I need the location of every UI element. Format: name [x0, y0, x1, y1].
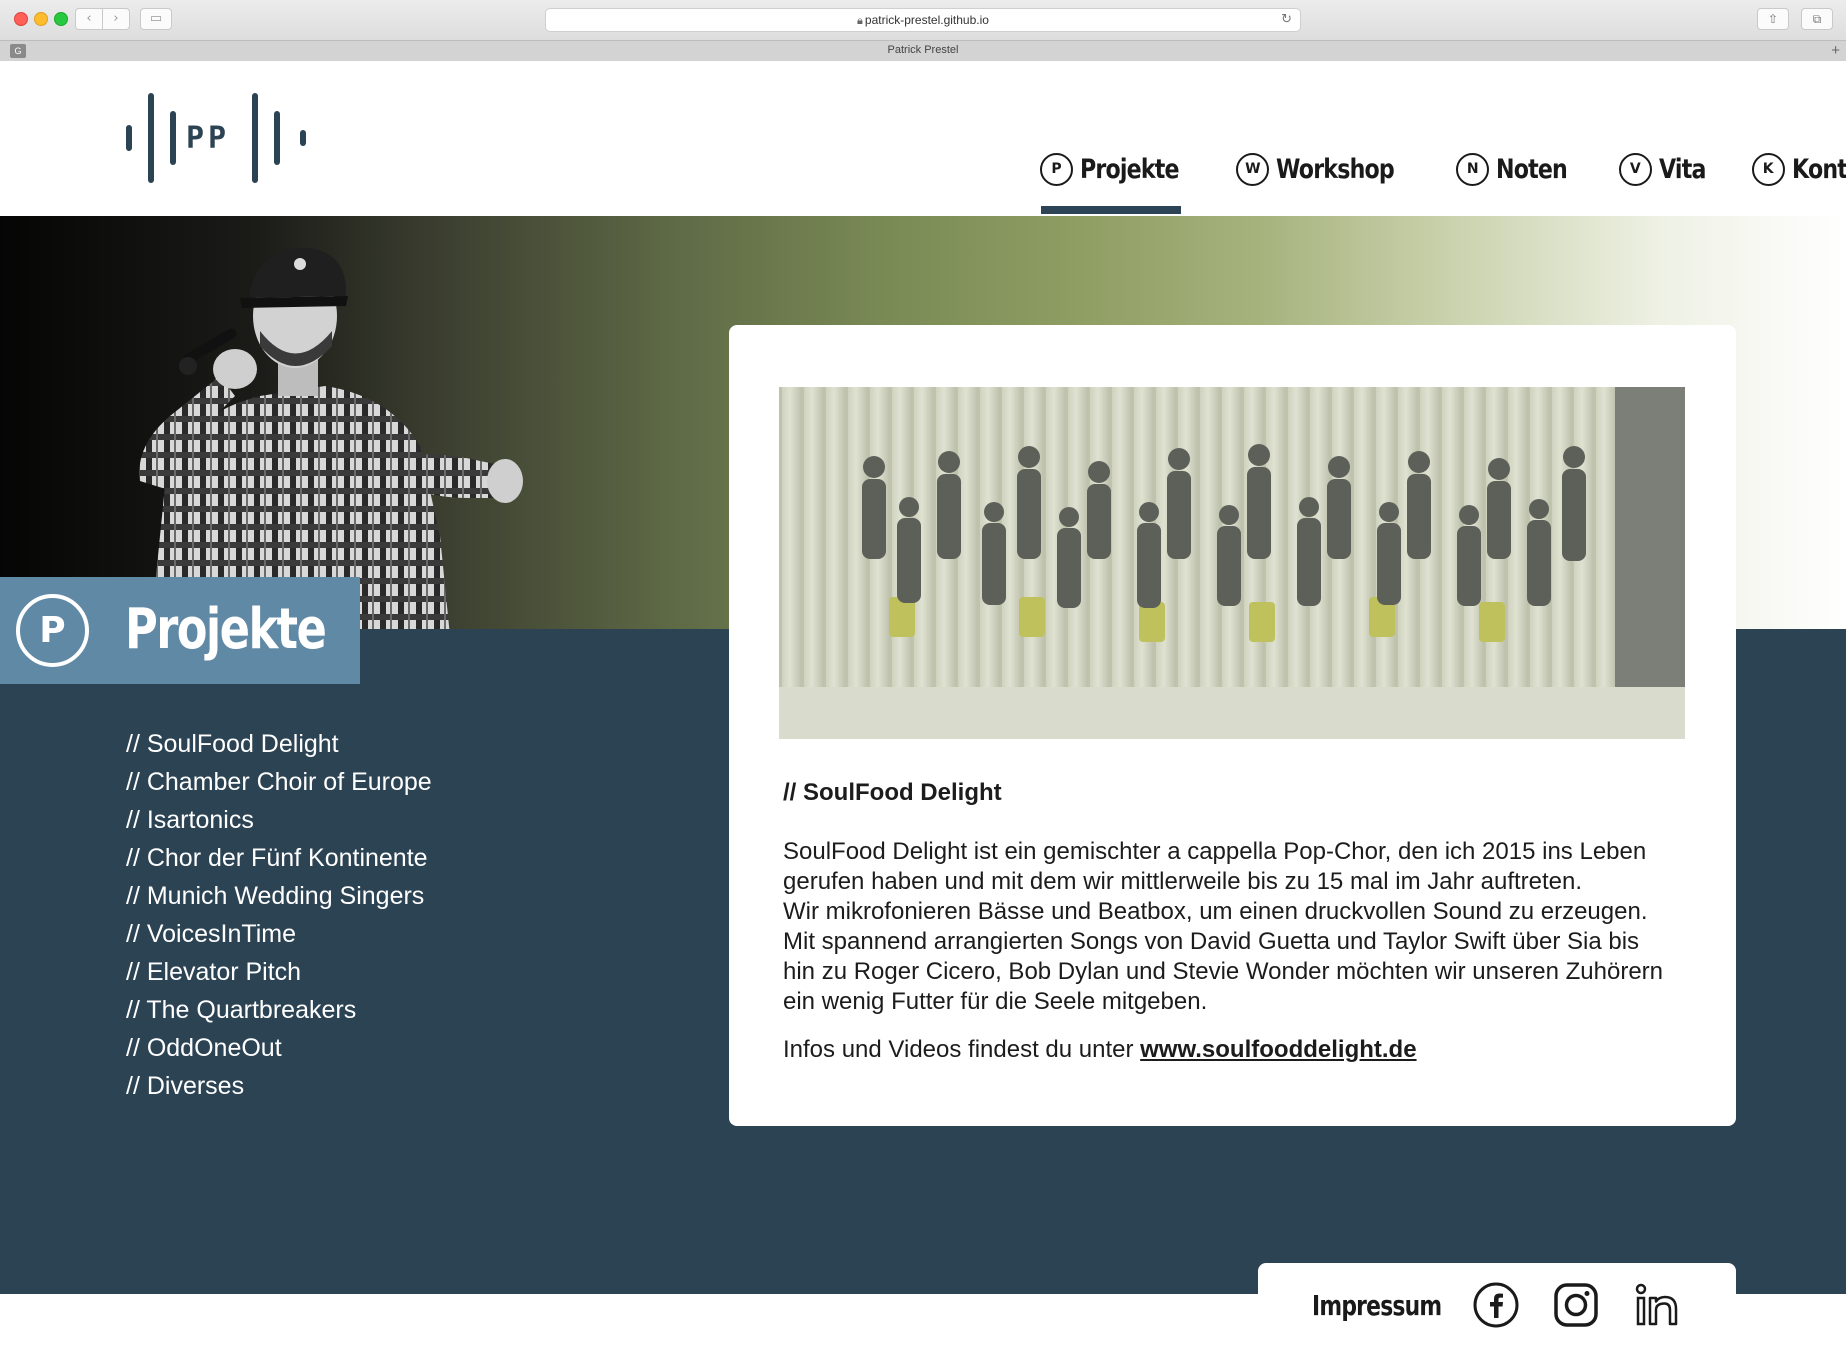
- browser-toolbar: ‹ › ▭ 🔒︎ patrick-prestel.github.io ↻ ⇧ ⧉: [0, 0, 1846, 40]
- share-button[interactable]: ⇧: [1757, 8, 1789, 30]
- project-info: Infos und Videos findest du unter www.so…: [783, 1036, 1417, 1064]
- project-link[interactable]: // Elevator Pitch: [126, 953, 432, 991]
- project-link[interactable]: // SoulFood Delight: [126, 725, 432, 763]
- show-tabs-button[interactable]: ⧉: [1801, 8, 1833, 30]
- soulfood-website-link[interactable]: www.soulfooddelight.de: [1140, 1036, 1416, 1063]
- description-line: Wir mikrofonieren Bässe und Beatbox, um …: [783, 898, 1648, 925]
- sidebar-button[interactable]: ▭: [140, 8, 172, 30]
- main-nav: P Projekte W Workshop N Noten V Vita K K…: [1040, 147, 1846, 191]
- page: PP P Projekte W Workshop N Noten V Vita …: [0, 61, 1846, 1347]
- tab-bar: G Patrick Prestel +: [0, 40, 1846, 61]
- back-button[interactable]: ‹: [75, 8, 103, 30]
- sidebar-icon: ▭: [149, 11, 163, 26]
- projekte-section-icon: P: [16, 594, 89, 667]
- description-line: gerufen haben und mit dem wir mittlerwei…: [783, 868, 1583, 895]
- section-title: Projekte: [125, 597, 327, 662]
- projekte-letter-icon: P: [1040, 152, 1073, 186]
- singer-photo: [139, 247, 523, 629]
- nav-item-kontakt[interactable]: K Kontakt: [1751, 152, 1846, 186]
- description-line: SoulFood Delight ist ein gemischter a ca…: [783, 838, 1647, 865]
- project-link[interactable]: // Munich Wedding Singers: [126, 877, 432, 915]
- nav-label: Workshop: [1276, 153, 1395, 185]
- logo[interactable]: PP: [126, 93, 311, 183]
- description-line: Mit spannend arrangierten Songs von Davi…: [783, 928, 1640, 955]
- address-bar[interactable]: 🔒︎ patrick-prestel.github.io ↻: [545, 8, 1301, 32]
- nav-item-noten[interactable]: N Noten: [1456, 152, 1583, 186]
- tab-title[interactable]: Patrick Prestel: [0, 44, 1846, 56]
- project-heading: // SoulFood Delight: [783, 779, 1002, 806]
- workshop-letter-icon: W: [1236, 152, 1270, 186]
- chevron-right-icon: ›: [113, 11, 119, 26]
- nav-item-workshop[interactable]: W Workshop: [1236, 152, 1420, 186]
- minimize-window-button[interactable]: [34, 12, 48, 26]
- impressum-link[interactable]: Impressum: [1312, 1289, 1442, 1322]
- zoom-window-button[interactable]: [54, 12, 68, 26]
- nav-label: Kontakt: [1791, 153, 1846, 185]
- kontakt-letter-icon: K: [1751, 152, 1785, 186]
- project-link[interactable]: // VoicesInTime: [126, 915, 432, 953]
- project-list: // SoulFood Delight // Chamber Choir of …: [126, 725, 432, 1105]
- footer-bar: Impressum: [1258, 1263, 1736, 1347]
- tabs-icon: ⧉: [1812, 12, 1822, 26]
- nav-item-projekte[interactable]: P Projekte: [1040, 152, 1200, 186]
- new-tab-icon[interactable]: +: [1831, 42, 1840, 59]
- description-line: hin zu Roger Cicero, Bob Dylan und Stevi…: [783, 958, 1664, 985]
- project-description: SoulFood Delight ist ein gemischter a ca…: [783, 837, 1683, 1017]
- nav-item-vita[interactable]: V Vita: [1618, 152, 1716, 186]
- chevron-left-icon: ‹: [86, 11, 92, 26]
- vita-letter-icon: V: [1618, 152, 1652, 186]
- choir-group-photo: [779, 387, 1685, 739]
- nav-label: Noten: [1496, 153, 1568, 185]
- forward-button[interactable]: ›: [102, 8, 130, 30]
- section-header: P Projekte: [0, 577, 360, 684]
- project-link[interactable]: // The Quartbreakers: [126, 991, 432, 1029]
- nav-label: Projekte: [1080, 153, 1180, 185]
- instagram-icon[interactable]: [1552, 1281, 1600, 1329]
- project-link[interactable]: // Isartonics: [126, 801, 432, 839]
- project-link[interactable]: // Diverses: [126, 1067, 432, 1105]
- info-prefix: Infos und Videos findest du unter: [783, 1036, 1141, 1063]
- project-link[interactable]: // Chamber Choir of Europe: [126, 763, 432, 801]
- project-link[interactable]: // Chor der Fünf Kontinente: [126, 839, 432, 877]
- project-link[interactable]: // OddOneOut: [126, 1029, 432, 1067]
- browser-chrome: ‹ › ▭ 🔒︎ patrick-prestel.github.io ↻ ⇧ ⧉ …: [0, 0, 1846, 61]
- reload-icon[interactable]: ↻: [1281, 9, 1292, 31]
- url-text: patrick-prestel.github.io: [864, 13, 989, 27]
- project-card: // SoulFood Delight SoulFood Delight ist…: [729, 325, 1736, 1126]
- description-line: ein wenig Futter für die Seele mitgeben.: [783, 988, 1208, 1015]
- noten-letter-icon: N: [1456, 152, 1490, 186]
- facebook-icon[interactable]: [1472, 1281, 1520, 1329]
- lock-icon: 🔒︎: [857, 15, 863, 27]
- logo-letters: PP: [186, 121, 230, 156]
- linkedin-icon[interactable]: [1634, 1281, 1682, 1329]
- nav-active-indicator: [1041, 206, 1181, 214]
- close-window-button[interactable]: [14, 12, 28, 26]
- share-icon: ⇧: [1767, 12, 1779, 26]
- nav-label: Vita: [1658, 153, 1706, 185]
